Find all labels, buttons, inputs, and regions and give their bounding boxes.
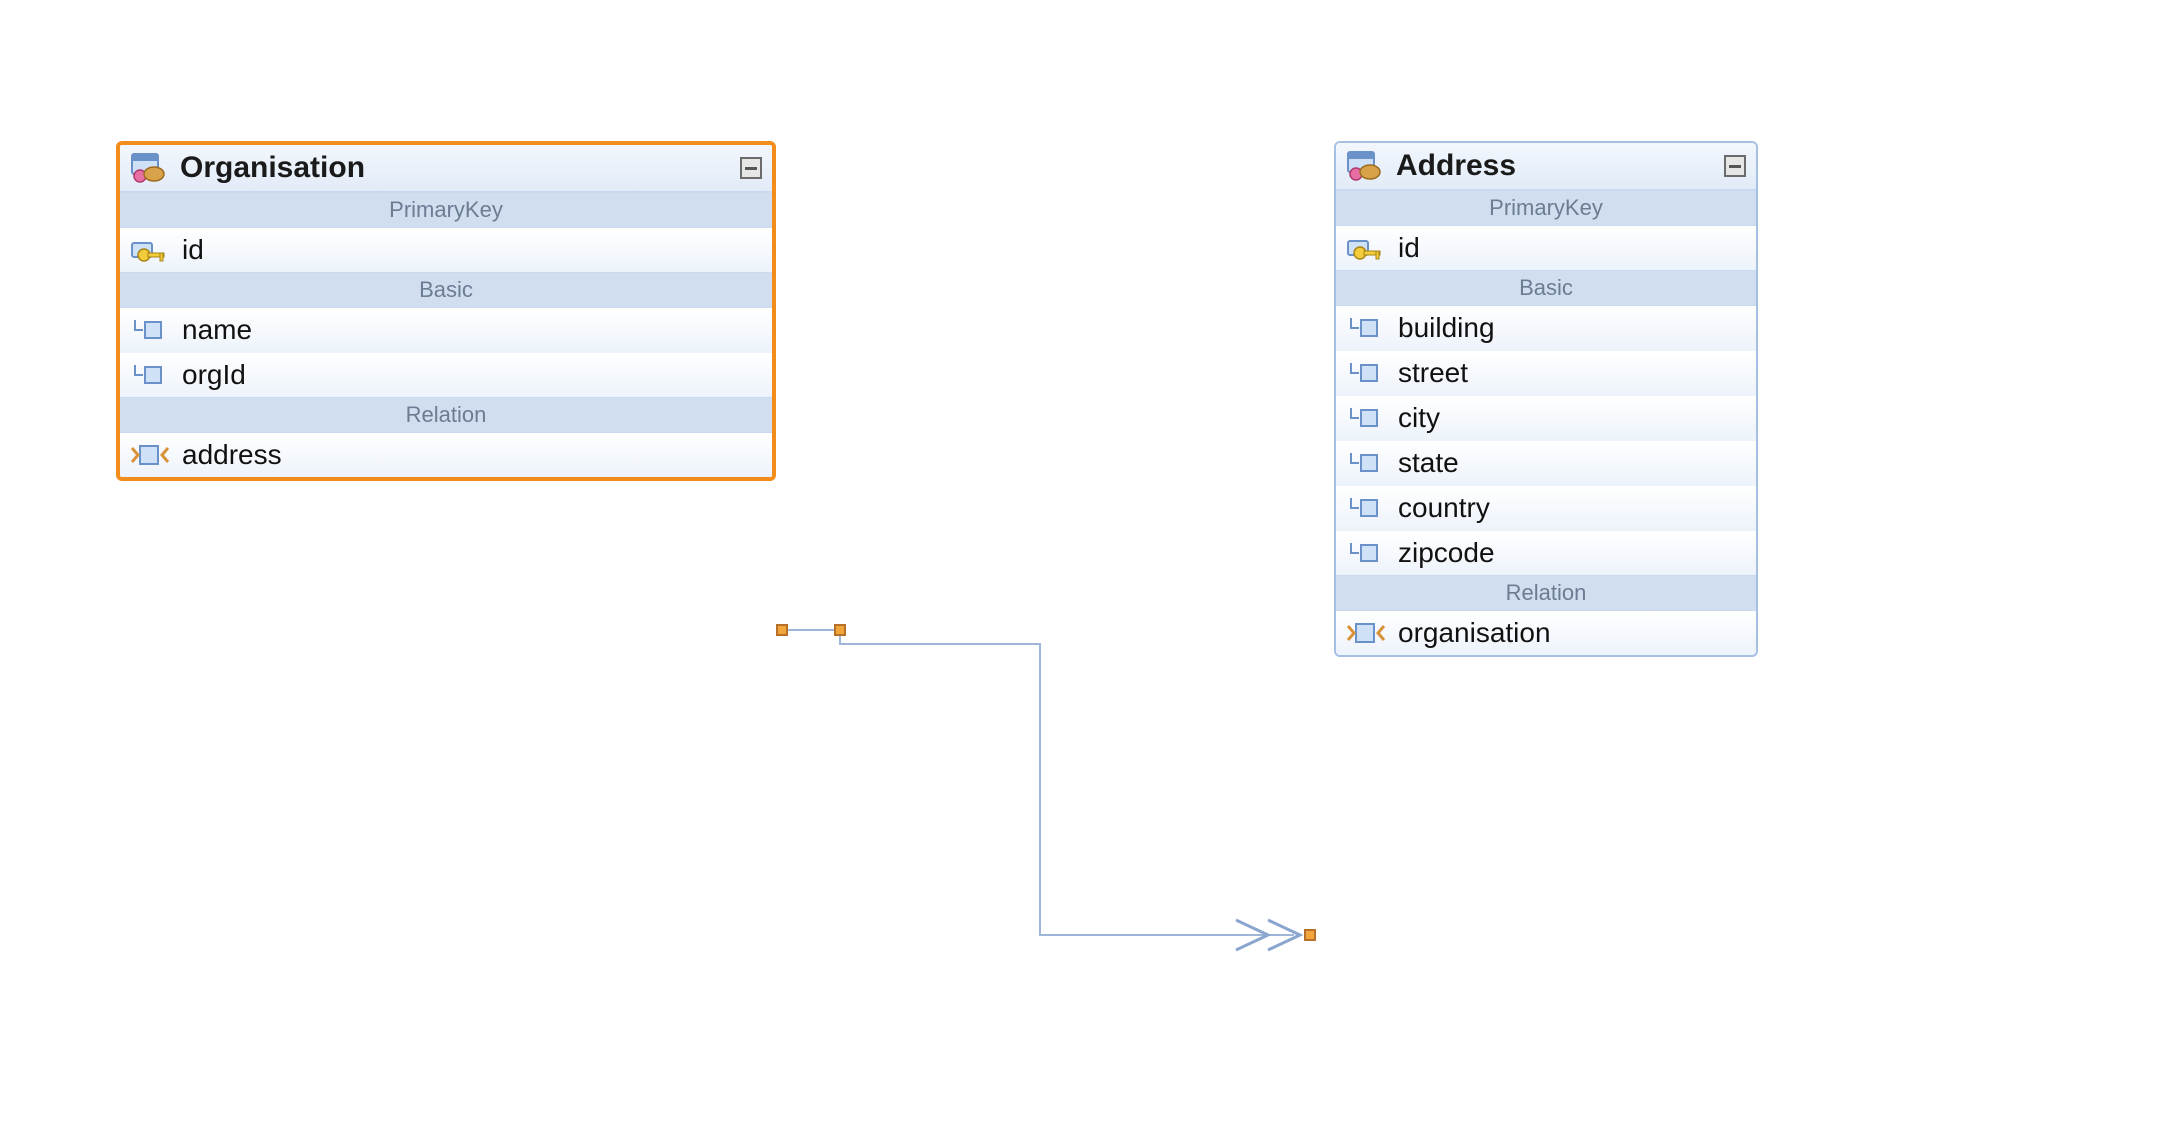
field-label: address [182,439,282,471]
entity-organisation[interactable]: Organisation PrimaryKey id Basic [116,141,776,481]
field-row-address[interactable]: address [120,433,772,477]
attribute-icon [1344,537,1388,569]
field-label: zipcode [1398,537,1495,569]
attribute-icon [1344,357,1388,389]
entity-title: Address [1396,149,1724,183]
field-row-building[interactable]: building [1336,306,1756,350]
entity-icon [126,152,170,184]
section-header-relation: Relation [120,397,772,433]
section-header-relation: Relation [1336,575,1756,611]
diagram-canvas[interactable]: Organisation PrimaryKey id Basic [0,0,2182,1146]
field-label: orgId [182,359,246,391]
relation-icon [1344,617,1388,649]
connector-node-source[interactable] [776,624,788,636]
field-label: state [1398,447,1459,479]
field-row-country[interactable]: country [1336,485,1756,530]
entity-header[interactable]: Address [1336,143,1756,190]
key-icon [128,234,172,266]
attribute-icon [1344,492,1388,524]
field-row-state[interactable]: state [1336,440,1756,485]
connector-node-mid[interactable] [834,624,846,636]
attribute-icon [1344,447,1388,479]
field-label: building [1398,312,1495,344]
field-row-name[interactable]: name [120,308,772,352]
attribute-icon [1344,402,1388,434]
field-row-id[interactable]: id [120,228,772,272]
attribute-icon [128,359,172,391]
field-label: city [1398,402,1440,434]
section-header-primarykey: PrimaryKey [120,192,772,228]
field-row-zipcode[interactable]: zipcode [1336,530,1756,575]
section-header-basic: Basic [120,272,772,308]
field-row-street[interactable]: street [1336,350,1756,395]
field-row-organisation[interactable]: organisation [1336,611,1756,655]
collapse-button[interactable] [1724,155,1746,177]
section-header-basic: Basic [1336,270,1756,306]
connector-node-target[interactable] [1304,929,1316,941]
field-label: country [1398,492,1490,524]
field-row-id[interactable]: id [1336,226,1756,270]
field-label: id [182,234,204,266]
section-header-primarykey: PrimaryKey [1336,190,1756,226]
entity-header[interactable]: Organisation [120,145,772,192]
relation-icon [128,439,172,471]
field-label: name [182,314,252,346]
field-label: id [1398,232,1420,264]
attribute-icon [1344,312,1388,344]
field-row-orgid[interactable]: orgId [120,352,772,397]
key-icon [1344,232,1388,264]
entity-address[interactable]: Address PrimaryKey id Basic building [1334,141,1758,657]
entity-title: Organisation [180,151,740,185]
field-label: organisation [1398,617,1551,649]
field-row-city[interactable]: city [1336,395,1756,440]
entity-icon [1342,150,1386,182]
attribute-icon [128,314,172,346]
collapse-button[interactable] [740,157,762,179]
field-label: street [1398,357,1468,389]
